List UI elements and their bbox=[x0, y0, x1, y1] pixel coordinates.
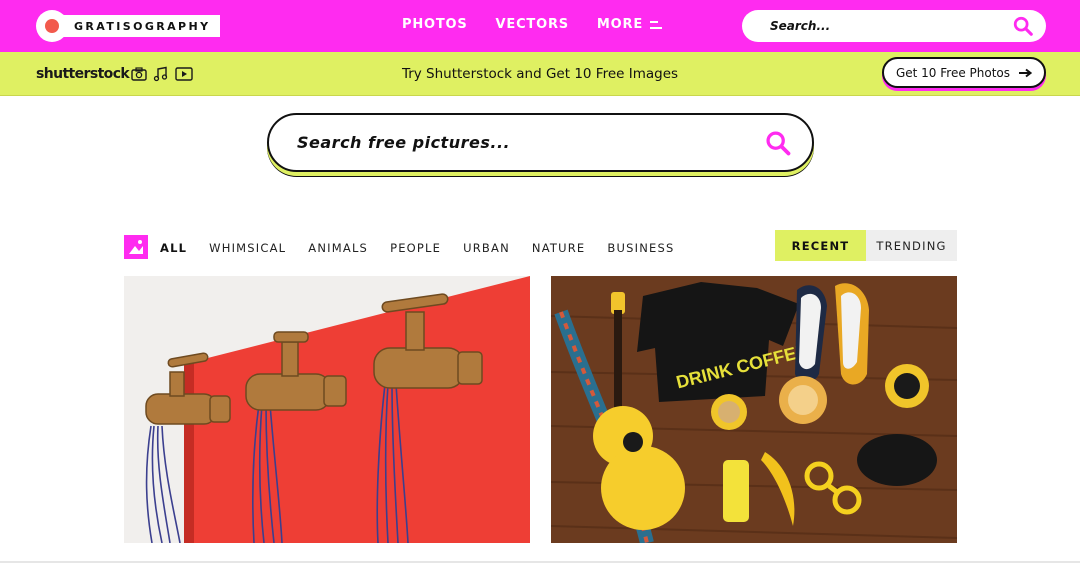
shutterstock-promo-bar: shutterstock Try Shutterstock and Get 10… bbox=[0, 52, 1080, 96]
menu-lines-icon bbox=[650, 20, 663, 29]
sort-toggle: RECENT TRENDING bbox=[775, 230, 957, 261]
photo-flat-lay-image: DRINK COFFEE bbox=[551, 276, 957, 543]
logo-dot-icon bbox=[36, 10, 68, 42]
search-icon[interactable] bbox=[764, 129, 792, 157]
main-nav: PHOTOS VECTORS MORE bbox=[402, 17, 663, 32]
header-search-input[interactable] bbox=[770, 19, 1012, 33]
get-free-photos-button[interactable]: Get 10 Free Photos bbox=[882, 57, 1046, 88]
get-free-photos-label: Get 10 Free Photos bbox=[895, 65, 1011, 80]
category-filters: ALL WHIMSICAL ANIMALS PEOPLE URBAN NATUR… bbox=[160, 241, 674, 255]
shutterstock-logo[interactable]: shutterstock bbox=[36, 66, 130, 82]
search-icon[interactable] bbox=[1012, 15, 1034, 37]
image-icon bbox=[124, 235, 148, 259]
gratisography-logo[interactable]: GRATISOGRAPHY bbox=[36, 10, 221, 42]
music-icon bbox=[153, 66, 168, 82]
category-urban[interactable]: URBAN bbox=[463, 241, 510, 255]
camera-icon bbox=[131, 67, 147, 81]
category-animals[interactable]: ANIMALS bbox=[308, 241, 368, 255]
top-nav: GRATISOGRAPHY PHOTOS VECTORS MORE bbox=[0, 0, 1080, 52]
main-search bbox=[267, 113, 814, 172]
photo-card-flat-lay[interactable]: DRINK COFFEE bbox=[551, 276, 957, 543]
nav-more-link[interactable]: MORE bbox=[596, 17, 663, 32]
sort-recent-button[interactable]: RECENT bbox=[775, 230, 866, 261]
photo-faucets-image bbox=[124, 276, 530, 543]
nav-vectors-link[interactable]: VECTORS bbox=[496, 17, 569, 32]
category-nature[interactable]: NATURE bbox=[532, 241, 585, 255]
main-search-input[interactable] bbox=[297, 133, 764, 152]
video-icon bbox=[175, 67, 193, 81]
gratisography-page: GRATISOGRAPHY PHOTOS VECTORS MORE shutte… bbox=[0, 0, 1080, 563]
category-all[interactable]: ALL bbox=[160, 241, 187, 255]
logo-text: GRATISOGRAPHY bbox=[74, 19, 211, 33]
sort-trending-button[interactable]: TRENDING bbox=[866, 230, 957, 261]
category-people[interactable]: PEOPLE bbox=[390, 241, 441, 255]
category-business[interactable]: BUSINESS bbox=[607, 241, 674, 255]
photo-card-faucets[interactable] bbox=[124, 276, 530, 543]
category-whimsical[interactable]: WHIMSICAL bbox=[209, 241, 286, 255]
header-search bbox=[742, 10, 1046, 42]
nav-more-label: MORE bbox=[596, 17, 644, 32]
nav-photos-link[interactable]: PHOTOS bbox=[402, 17, 468, 32]
arrow-right-icon bbox=[1019, 68, 1033, 77]
